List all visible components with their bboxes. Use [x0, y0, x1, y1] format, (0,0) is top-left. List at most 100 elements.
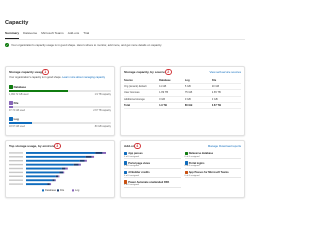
environment-label: [9, 179, 23, 181]
bar-database[interactable]: [26, 163, 74, 166]
log-total: 80 GB capacity: [94, 124, 111, 128]
bar-log[interactable]: [65, 167, 68, 170]
add-on-item: Power Automate unattended RPA 0 of 0 assi…: [124, 180, 181, 188]
storage-row-file: File 97.74 GB used 2.67 TB capacity: [9, 101, 111, 112]
add-on-progress-bar: [124, 177, 181, 179]
environment-label: [9, 167, 23, 170]
bar-file[interactable]: [95, 152, 103, 154]
bar-database[interactable]: [26, 167, 62, 170]
tab-add-ons[interactable]: Add-ons: [68, 29, 84, 39]
add-on-progress-bar: [184, 177, 241, 179]
storage-row-label: File: [13, 101, 19, 105]
environment-bar-chart: Database File Log: [9, 152, 106, 192]
bar-log[interactable]: [102, 152, 106, 154]
environment-label: [9, 175, 23, 177]
bar-file[interactable]: [85, 155, 92, 158]
add-on-label: App passes: [128, 152, 143, 156]
add-ons-list: App passes 0 of 0 assigned Dataverse datab…: [124, 152, 241, 188]
database-progress-fill: [9, 90, 69, 93]
bar-log[interactable]: [78, 163, 81, 166]
add-ons-card: Add-ons 4 Manage Download reports App pa…: [120, 140, 245, 198]
bar-database[interactable]: [26, 152, 96, 154]
table-cell: 1.89 TB: [159, 91, 169, 95]
add-on-item: Portal logins 0 of 0 assigned: [184, 161, 241, 169]
column-header: File: [211, 79, 217, 83]
callout-badge-1: 1: [42, 68, 49, 76]
bar-file[interactable]: [47, 183, 50, 186]
bar-log[interactable]: [49, 183, 52, 186]
add-on-item: AI Builder credits 0 of 0 assigned: [124, 170, 181, 179]
file-progress-fill: [9, 106, 14, 109]
tab-trial[interactable]: Trial: [83, 29, 93, 39]
bar-file[interactable]: [73, 163, 79, 166]
bar-database[interactable]: [26, 155, 86, 158]
legend-swatch: [42, 189, 44, 192]
table-cell: 80 GB: [184, 103, 193, 107]
bar-database[interactable]: [26, 159, 80, 162]
add-on-icon: [184, 152, 188, 156]
table-cell: 0 GB: [159, 97, 166, 101]
bar-log[interactable]: [54, 179, 56, 182]
add-on-progress-bar: [184, 158, 241, 160]
tab-summary[interactable]: Summary: [5, 29, 23, 39]
environment-label: [9, 163, 23, 166]
table-cell: 1.9 TB: [159, 103, 167, 107]
bar-database[interactable]: [26, 183, 48, 186]
legend-label: Database: [45, 188, 57, 192]
database-used: 1,062.72 GB used: [9, 92, 29, 96]
bar-file[interactable]: [55, 175, 59, 178]
status-banner: ✓ Your organization's capacity usage is …: [5, 42, 245, 48]
tab-microsoft-teams[interactable]: Microsoft Teams: [41, 29, 67, 39]
bar-file[interactable]: [79, 159, 85, 162]
environment-label: [9, 152, 23, 154]
bar-database[interactable]: [26, 175, 56, 178]
bar-log[interactable]: [63, 171, 65, 174]
table-cell: 5 GB: [184, 85, 191, 89]
tab-divider: [5, 39, 245, 40]
file-progress-bar: [9, 106, 111, 109]
tab-dataverse[interactable]: Dataverse: [23, 29, 41, 39]
add-on-item: App passes 0 of 0 assigned: [124, 152, 181, 160]
column-header: Database: [159, 79, 171, 83]
column-header: Source: [124, 79, 133, 83]
add-on-icon: [184, 170, 188, 175]
storage-row-label: Log: [13, 117, 19, 121]
file-icon: [9, 101, 13, 105]
table-cell: 0 GB: [184, 97, 191, 101]
add-on-item: Portal page views 0 of 0 assigned: [124, 161, 181, 169]
log-used: 18.97 GB used: [9, 124, 25, 128]
log-progress-fill: [9, 122, 33, 125]
table-cell: User licenses: [124, 91, 140, 95]
legend-label: Log: [75, 188, 80, 192]
storage-row-label: Database: [13, 85, 27, 89]
bar-log[interactable]: [58, 175, 60, 178]
bar-file[interactable]: [61, 167, 66, 170]
callout-badge-4: 4: [134, 142, 141, 150]
download-reports-link[interactable]: Download reports: [219, 144, 241, 148]
banner-text: Your organization's capacity usage is in…: [11, 42, 162, 47]
bar-file[interactable]: [59, 171, 64, 174]
bar-log[interactable]: [84, 159, 87, 162]
learn-more-link[interactable]: Learn more about managing capacity: [62, 76, 105, 79]
environment-label: [9, 160, 23, 162]
bar-log[interactable]: [91, 155, 95, 158]
storage-row-log: Log 18.97 GB used 80 GB capacity: [9, 117, 111, 128]
self-service-sources-link[interactable]: View self-service sources: [209, 70, 241, 74]
database-total: 1.9 TB capacity: [94, 92, 111, 96]
tab-bar: Summary Dataverse Microsoft Teams Add-on…: [5, 29, 93, 39]
add-on-label: App Passes for Microsoft Teams: [188, 171, 229, 175]
table-cell: Total: [124, 103, 131, 107]
bar-file[interactable]: [52, 179, 55, 182]
page-title: Capacity: [5, 20, 29, 26]
table-cell: 2.67 TB: [211, 103, 221, 107]
table-cell: Additional storage: [124, 97, 145, 101]
log-progress-bar: [9, 122, 111, 125]
storage-by-environment-card: Top storage usage, by environment 3 Data…: [5, 140, 115, 198]
manage-link[interactable]: Manage: [208, 144, 218, 148]
legend-swatch: [57, 189, 59, 192]
bar-database[interactable]: [26, 179, 53, 182]
source-table: Source Database Log File Org (tenant) de…: [124, 78, 241, 109]
add-on-item: App Passes for Microsoft Teams 0 of 0 ass…: [184, 170, 241, 179]
bar-database[interactable]: [26, 171, 60, 174]
add-on-label: Dataverse database: [188, 152, 214, 156]
